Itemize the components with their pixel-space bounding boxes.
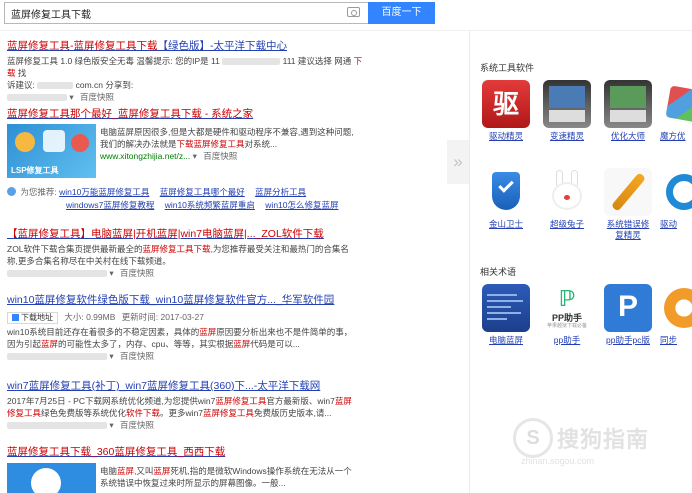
result-thumbnail[interactable]: LSP修复工具 [7, 124, 96, 178]
sogou-logo-icon: S [513, 418, 553, 458]
related-item[interactable]: ℙ PP助手 苹果越狱下载必备 pp助手 [538, 284, 596, 346]
result-url: ▾ 百度快照 [7, 267, 365, 279]
gear-icon [660, 168, 692, 216]
recommend-link[interactable]: win10万能蓝屏修复工具 [59, 187, 149, 197]
snapshot-link[interactable]: 百度快照 [203, 151, 237, 161]
speed-genius-icon [543, 80, 591, 128]
recommend-link[interactable]: win10系统频繁蓝屏重启 [165, 200, 255, 210]
related-item[interactable]: P pp助手pc版 [599, 284, 657, 346]
snapshot-link[interactable]: 百度快照 [80, 92, 114, 102]
wrench-icon [15, 132, 35, 152]
result-meta: 下载地址 大小: 0.99MB 更新时间: 2017-03-27 [7, 311, 365, 324]
result-abstract: 2017年7月25日 - PC下载网系统优化频道,为您提供win7蓝屏修复工具官… [7, 396, 352, 418]
super-rabbit-icon [543, 168, 591, 216]
pp-assistant-icon: ℙ PP助手 苹果越狱下载必备 [543, 284, 591, 332]
result-title-link[interactable]: 蓝屏修复工具-蓝屏修复工具下载【绿色版】-太平洋下载中心 [7, 40, 365, 53]
wrench-icon [604, 168, 652, 216]
recommend-icon [7, 187, 16, 196]
software-item[interactable]: 驱动 [660, 168, 692, 230]
result-title-link[interactable]: win10蓝屏修复软件绿色版下载_win10蓝屏修复软件官方..._华军软件园 [7, 294, 365, 307]
software-item[interactable]: 金山卫士 [477, 168, 535, 230]
camera-icon[interactable] [347, 7, 360, 17]
snapshot-link[interactable]: 百度快照 [120, 351, 154, 361]
search-button[interactable]: 百度一下 [368, 2, 435, 24]
optimizer-master-icon [604, 80, 652, 128]
collapse-toggle[interactable]: » [447, 140, 469, 184]
result-url: ▾ 百度快照 [7, 91, 365, 103]
sync-icon [660, 284, 692, 332]
rubik-optimizer-icon [660, 80, 692, 128]
result-url: ▾ 百度快照 [7, 350, 365, 362]
download-button[interactable]: 下载地址 [7, 312, 58, 324]
result-abstract: win10系统目前还存在着很多的不稳定因素，具体的蓝屏原因要分析出来也不是件简单… [7, 327, 353, 349]
driver-genius-icon: 驱 [482, 80, 530, 128]
result-title-link[interactable]: 蓝屏修复工具下载_360蓝屏修复工具_西西下载 [7, 446, 365, 459]
result-abstract: 电脑蓝屏原因很多,但是大都是硬件和驱动程序不兼容,遇到这种问题, 我们的解决办法… [100, 127, 354, 149]
software-item[interactable]: 魔方优 [660, 80, 692, 142]
result-item: 蓝屏修复工具-蓝屏修复工具下载【绿色版】-太平洋下载中心 蓝屏修复工具 1.0 … [7, 40, 365, 103]
kingsoft-guard-icon [482, 168, 530, 216]
related-item[interactable]: 同步 [660, 284, 692, 346]
search-input[interactable] [4, 2, 368, 24]
result-abstract: 蓝屏修复工具 1.0 绿色版安全无毒 温馨提示: 您的IP是 11 111 建议… [7, 56, 363, 90]
helmet-icon [71, 134, 89, 152]
snapshot-link[interactable]: 百度快照 [120, 420, 154, 430]
related-item[interactable]: 电脑蓝屏 [477, 284, 535, 346]
result-title-link[interactable]: 【蓝屏修复工具】电脑蓝屏|开机蓝屏|win7电脑蓝屏|..._ZOL软件下载 [7, 228, 365, 241]
result-thumbnail[interactable] [7, 463, 96, 493]
software-item[interactable]: 变速精灵 [538, 80, 596, 142]
column-divider [469, 30, 470, 493]
recommend-link[interactable]: windows7蓝屏修复教程 [66, 200, 154, 210]
result-abstract: 电脑蓝屏,又叫蓝屏死机,指的是微软Windows操作系统在无法从一个 系统错误中… [100, 466, 352, 488]
blue-screen-icon [482, 284, 530, 332]
result-title-link[interactable]: win7蓝屏修复工具(补丁)_win7蓝屏修复工具(360)下...-太平洋下载… [7, 380, 365, 393]
software-item[interactable]: 系统错误修 复精灵 [599, 168, 657, 241]
result-item: win10蓝屏修复软件绿色版下载_win10蓝屏修复软件官方..._华军软件园 … [7, 294, 365, 362]
tool-icon [43, 130, 65, 152]
recommend-link[interactable]: 蓝屏修复工具哪个最好 [160, 187, 245, 197]
divider-line [0, 30, 692, 31]
download-icon [12, 314, 19, 321]
search-bar: 百度一下 [0, 0, 692, 30]
recommend-link[interactable]: win10怎么修复蓝屏 [265, 200, 338, 210]
snapshot-link[interactable]: 百度快照 [120, 268, 154, 278]
software-section-title: 系统工具软件 [480, 63, 535, 73]
result-abstract: ZOL软件下载合集页提供最新最全的蓝屏修复工具下载,为您推荐最受关注和最热门的合… [7, 244, 349, 266]
related-section-title: 相关术语 [480, 267, 517, 277]
result-item: 【蓝屏修复工具】电脑蓝屏|开机蓝屏|win7电脑蓝屏|..._ZOL软件下载 Z… [7, 228, 365, 279]
result-title-link[interactable]: 蓝屏修复工具那个最好_蓝屏修复工具下载 - 系统之家 [7, 108, 365, 121]
result-item: 蓝屏修复工具下载_360蓝屏修复工具_西西下载 电脑蓝屏,又叫蓝屏死机,指的是微… [7, 446, 365, 493]
pp-pc-icon: P [604, 284, 652, 332]
recommend-block: 为您推荐: win10万能蓝屏修复工具 蓝屏修复工具哪个最好 蓝屏分析工具 wi… [7, 186, 367, 212]
result-item: 蓝屏修复工具那个最好_蓝屏修复工具下载 - 系统之家 LSP修复工具 电脑蓝屏原… [7, 108, 365, 184]
sogou-watermark: S 搜狗指南 zhinan.sogou.com [513, 418, 683, 468]
result-url: ▾ 百度快照 [7, 419, 365, 431]
result-url: www.xitongzhijia.net/z... ▾ 百度快照 [100, 151, 238, 161]
result-item: win7蓝屏修复工具(补丁)_win7蓝屏修复工具(360)下...-太平洋下载… [7, 380, 365, 431]
software-item[interactable]: 超级兔子 [538, 168, 596, 230]
software-item[interactable]: 优化大师 [599, 80, 657, 142]
sun-icon [31, 468, 61, 493]
software-item[interactable]: 驱 驱动精灵 [477, 80, 535, 142]
recommend-link[interactable]: 蓝屏分析工具 [255, 187, 306, 197]
